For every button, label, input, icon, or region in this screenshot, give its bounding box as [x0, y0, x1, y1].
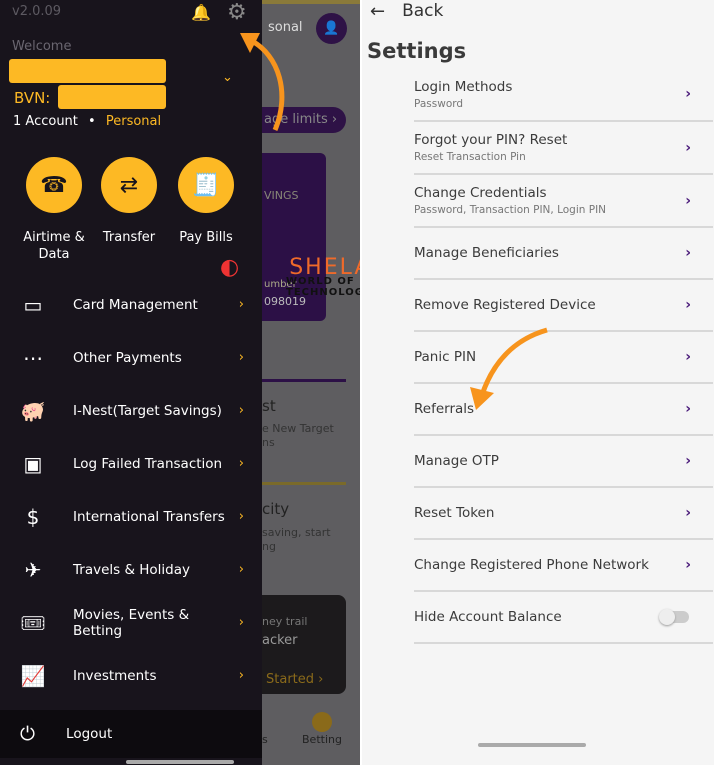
settings-item-panic-pin[interactable]: Panic PIN › [414, 332, 713, 384]
bell-icon[interactable]: 🔔 [191, 3, 211, 22]
chevron-right-icon: › [238, 350, 244, 365]
settings-item-manage-beneficiaries[interactable]: Manage Beneficiaries › [414, 228, 713, 280]
chevron-right-icon: › [685, 192, 691, 209]
chevron-right-icon: › [685, 349, 691, 365]
more-dots-icon: ⋯ [23, 345, 43, 370]
bvn-label: BVN: [14, 89, 51, 107]
dollar-exchange-icon: $ [26, 504, 40, 529]
watermark-logo: ◐SHELAF WORLD OF TECHNOLOGY [220, 255, 360, 298]
settings-item-forgot-your-pin-reset[interactable]: Forgot your PIN? Reset Reset Transaction … [414, 122, 713, 175]
quick-action-airtime[interactable]: ☎ Airtime & Data [14, 157, 94, 263]
settings-item-change-registered-phone-network[interactable]: Change Registered Phone Network › [414, 540, 713, 592]
logout-button[interactable]: ⏻ Logout [0, 710, 262, 758]
page-title: Settings [367, 39, 467, 63]
redacted-name [9, 59, 166, 83]
gear-icon[interactable]: ⚙ [227, 0, 247, 25]
transfer-arrows-icon: ⇄ [101, 157, 157, 213]
menu-item-log-failed-transaction[interactable]: ▣ Log Failed Transaction › [0, 437, 262, 490]
ticket-icon: 🎟 [20, 610, 46, 635]
receipt-icon: 🧾 [178, 157, 234, 213]
settings-item-change-credentials[interactable]: Change Credentials Password, Transaction … [414, 175, 713, 228]
home-indicator [478, 743, 586, 747]
menu-item-travels-holiday[interactable]: ✈ Travels & Holiday › [0, 543, 262, 596]
chevron-right-icon: › [238, 297, 244, 312]
menu-item-international-transfers[interactable]: $ International Transfers › [0, 490, 262, 543]
arrow-annotation [240, 33, 285, 131]
welcome-label: Welcome [12, 39, 72, 54]
telephone-icon: ☎ [26, 157, 82, 213]
menu-item-movies-events-betting[interactable]: 🎟 Movies, Events & Betting › [0, 596, 262, 649]
settings-item-referrals[interactable]: Referrals › [414, 384, 713, 436]
quick-action-transfer[interactable]: ⇄ Transfer [89, 157, 169, 263]
back-button[interactable]: ← Back [370, 0, 443, 22]
log-icon: ▣ [23, 451, 43, 476]
soccer-ball-icon [312, 712, 332, 732]
chevron-right-icon: › [238, 403, 244, 418]
chevron-right-icon: › [685, 505, 691, 521]
card-icon: ▭ [23, 292, 43, 317]
navigation-drawer: v2.0.09 🔔 ⚙ Welcome BVN: ⌄ 1 Account • P… [0, 0, 262, 765]
avatar-icon: 👤 [316, 13, 347, 44]
quick-action-pay-bills[interactable]: 🧾 Pay Bills [166, 157, 246, 263]
settings-item-login-methods[interactable]: Login Methods Password › [414, 68, 713, 122]
chevron-right-icon: › [685, 86, 691, 102]
piggy-bank-icon: 🐖 [20, 398, 46, 423]
airplane-icon: ✈ [24, 557, 42, 582]
chart-up-icon: 📈 [20, 663, 46, 688]
home-indicator [126, 760, 234, 764]
chevron-right-icon: › [238, 615, 244, 630]
chevron-right-icon: › [238, 668, 244, 683]
settings-screen: ← Back Settings Login Methods Password › Fo… [362, 0, 714, 765]
power-icon: ⏻ [20, 723, 36, 745]
redacted-bvn [58, 85, 166, 109]
menu-item-i-nest-target-savings[interactable]: 🐖 I-Nest(Target Savings) › [0, 384, 262, 437]
nav-betting[interactable]: Betting [302, 733, 342, 746]
settings-item-reset-token[interactable]: Reset Token › [414, 488, 713, 540]
arrow-annotation [470, 327, 548, 410]
chevron-right-icon: › [238, 562, 244, 577]
arrow-left-icon: ← [370, 0, 386, 22]
settings-item-hide-account-balance[interactable]: Hide Account Balance [414, 592, 713, 644]
chevron-right-icon: › [685, 557, 691, 573]
quick-actions: ☎ Airtime & Data ⇄ Transfer 🧾 Pay Bills [14, 157, 246, 263]
hide-balance-toggle[interactable] [659, 609, 689, 625]
settings-item-remove-registered-device[interactable]: Remove Registered Device › [414, 280, 713, 332]
settings-item-manage-otp[interactable]: Manage OTP › [414, 436, 713, 488]
menu-item-other-payments[interactable]: ⋯ Other Payments › [0, 331, 262, 384]
account-summary: 1 Account • Personal [13, 114, 162, 129]
chevron-right-icon: › [685, 139, 691, 156]
drawer-screen: sonal 👤 age limits › VINGS umber 098019 … [0, 0, 360, 765]
chevron-down-icon[interactable]: ⌄ [222, 70, 233, 85]
app-version: v2.0.09 [12, 4, 62, 19]
chevron-right-icon: › [685, 245, 691, 261]
chevron-right-icon: › [238, 456, 244, 471]
chevron-right-icon: › [685, 453, 691, 469]
chevron-right-icon: › [685, 401, 691, 417]
menu-item-investments[interactable]: 📈 Investments › [0, 649, 262, 702]
chevron-right-icon: › [685, 297, 691, 313]
chevron-right-icon: › [238, 509, 244, 524]
